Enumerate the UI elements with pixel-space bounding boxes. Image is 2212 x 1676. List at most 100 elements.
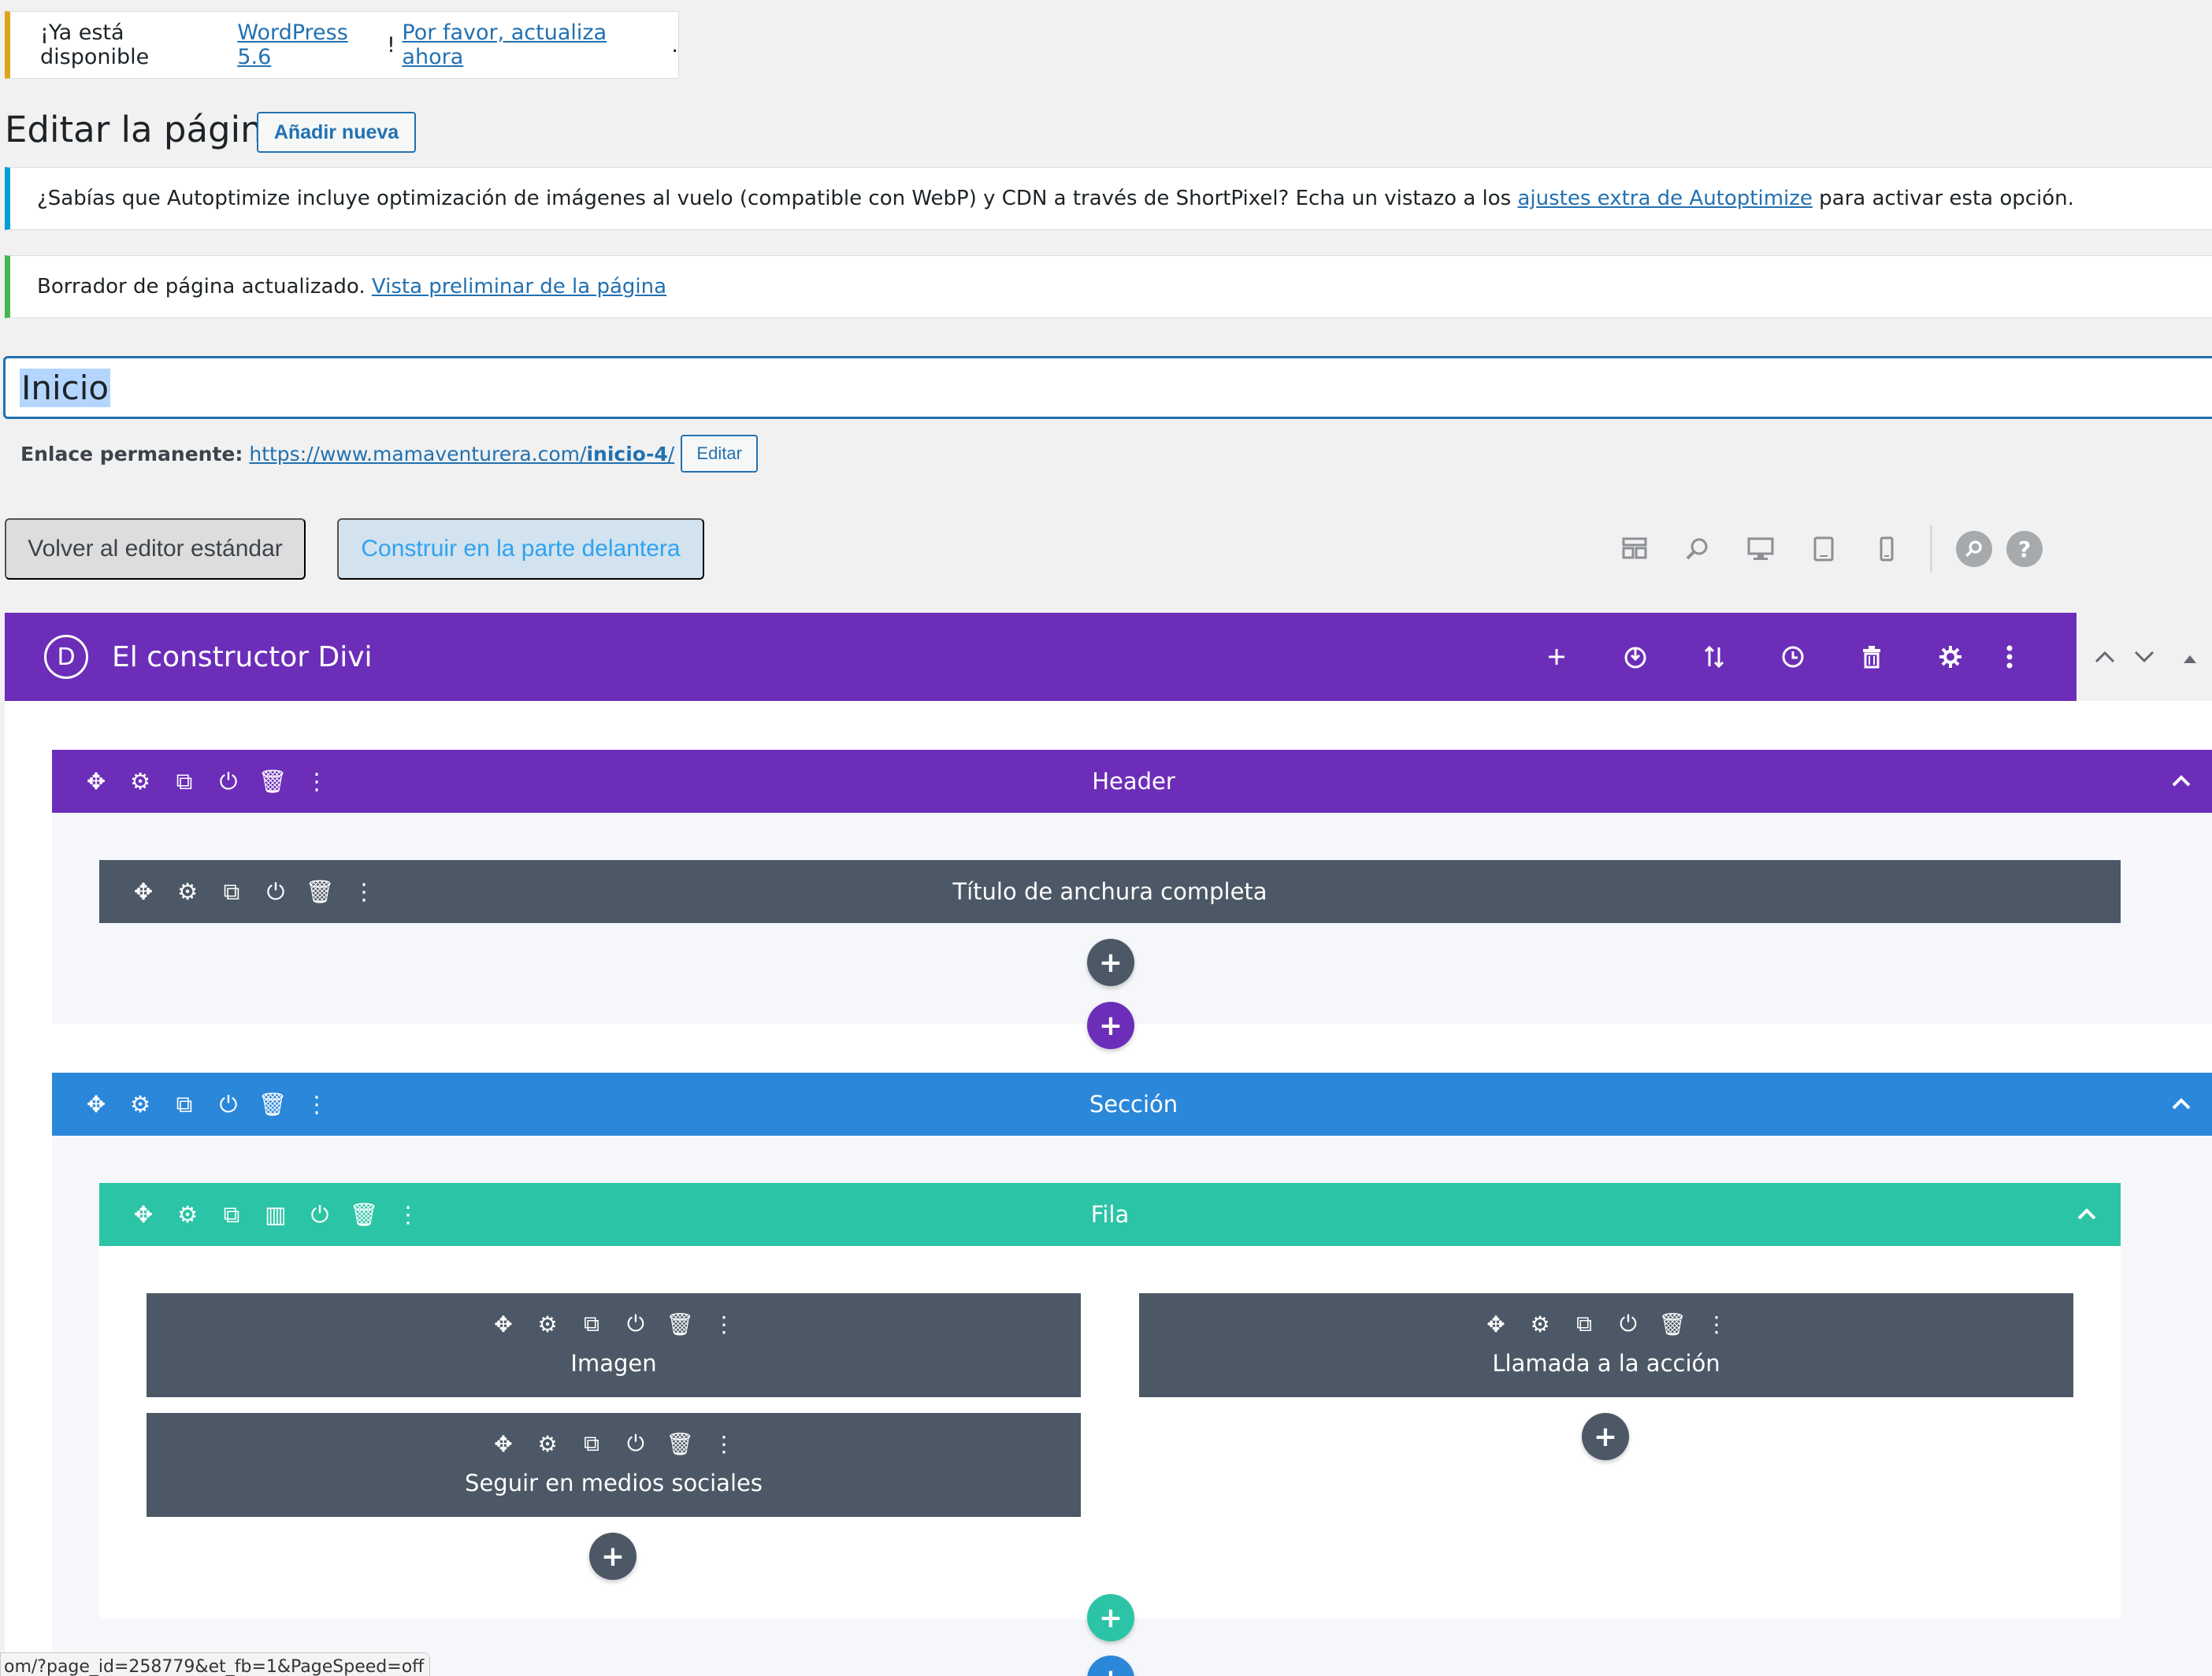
add-module-plus-button[interactable]: + (1582, 1413, 1629, 1460)
settings-gear-icon[interactable]: ⚙ (118, 1091, 162, 1118)
autoptimize-settings-link[interactable]: ajustes extra de Autoptimize (1517, 187, 1812, 210)
image-module-label: Imagen (570, 1350, 657, 1377)
duplicate-icon[interactable]: ⧉ (162, 768, 206, 795)
delete-trash-icon[interactable]: 🗑 (658, 1430, 702, 1457)
post-title-selected-text: Inicio (20, 368, 111, 407)
build-front-end-button[interactable]: Construir en la parte delantera (337, 518, 704, 580)
duplicate-icon[interactable]: ⧉ (162, 1091, 206, 1118)
permalink-label: Enlace permanente: (20, 442, 243, 465)
desktop-view-icon[interactable] (1741, 529, 1780, 569)
more-options-icon[interactable]: ⋮ (386, 1201, 430, 1228)
portability-icon[interactable] (1596, 644, 1675, 669)
save-library-icon[interactable]: ⏻ (254, 878, 298, 906)
preview-page-link[interactable]: Vista preliminar de la página (372, 275, 666, 298)
toggle-panel-triangle-icon[interactable] (2182, 643, 2198, 671)
zoom-view-icon[interactable] (1678, 529, 1717, 569)
browser-status-url: om/?page_id=258779&et_fb=1&PageSpeed=off (0, 1652, 430, 1676)
phone-view-icon[interactable] (1867, 529, 1906, 569)
delete-trash-icon[interactable]: 🗑 (1650, 1311, 1694, 1337)
move-icon[interactable]: ✥ (481, 1430, 525, 1457)
header-section-bar[interactable]: ✥ ⚙ ⧉ ⏻ 🗑 ⋮ Header (52, 750, 2212, 813)
metabox-order-controls (2077, 613, 2212, 701)
autoptimize-notice-text: ¿Sabías que Autoptimize incluye optimiza… (37, 187, 1518, 210)
post-title-input[interactable]: Inicio (3, 356, 2212, 419)
settings-gear-icon[interactable]: ⚙ (118, 768, 162, 795)
more-options-icon[interactable]: ⋮ (702, 1430, 746, 1457)
add-module-plus-button[interactable]: + (1087, 939, 1134, 986)
move-icon[interactable]: ✥ (1474, 1311, 1518, 1337)
clear-layout-trash-icon[interactable] (1832, 644, 1911, 669)
wordpress-version-link[interactable]: WordPress 5.6 (237, 20, 387, 69)
sort-icon[interactable] (1675, 644, 1754, 669)
row-bar[interactable]: ✥ ⚙ ⧉ ▥ ⏻ 🗑 ⋮ Fila (99, 1183, 2121, 1246)
duplicate-icon[interactable]: ⧉ (210, 1201, 254, 1229)
move-icon[interactable]: ✥ (74, 768, 118, 795)
divi-logo-icon: D (44, 635, 88, 679)
edit-permalink-button[interactable]: Editar (681, 435, 759, 473)
save-library-icon[interactable]: ⏻ (1606, 1311, 1650, 1337)
save-library-icon[interactable]: ⏻ (298, 1201, 342, 1229)
permalink-url[interactable]: https://www.mamaventurera.com/inicio-4/ (249, 443, 674, 465)
regular-section-bar[interactable]: ✥ ⚙ ⧉ ⏻ 🗑 ⋮ Sección (52, 1073, 2212, 1136)
more-options-icon[interactable] (1990, 644, 2029, 669)
duplicate-icon[interactable]: ⧉ (570, 1311, 614, 1337)
add-module-plus-button[interactable]: + (589, 1533, 637, 1580)
fullwidth-title-module[interactable]: ✥ ⚙ ⧉ ⏻ 🗑 ⋮ Título de anchura completa (99, 860, 2121, 923)
tablet-view-icon[interactable] (1804, 529, 1843, 569)
history-icon[interactable] (1754, 644, 1832, 669)
move-icon[interactable]: ✥ (121, 1201, 165, 1228)
delete-trash-icon[interactable]: 🗑 (658, 1311, 702, 1337)
builder-settings-gear-icon[interactable] (1911, 644, 1990, 669)
help-icon[interactable]: ? (2006, 531, 2043, 567)
settings-gear-icon[interactable]: ⚙ (165, 878, 210, 905)
search-settings-icon[interactable] (1956, 531, 1992, 567)
update-notice-exclaim: ! (387, 32, 403, 57)
add-section-plus-button[interactable]: + (1087, 1002, 1134, 1049)
delete-trash-icon[interactable]: 🗑 (298, 878, 342, 906)
fullwidth-module-label: Título de anchura completa (952, 878, 1267, 905)
divi-builder-header: D El constructor Divi (5, 613, 2077, 701)
move-icon[interactable]: ✥ (121, 878, 165, 905)
add-new-button[interactable]: Añadir nueva (257, 112, 416, 153)
settings-gear-icon[interactable]: ⚙ (165, 1201, 210, 1228)
update-now-link[interactable]: Por favor, actualiza ahora (402, 20, 671, 69)
cta-module[interactable]: ✥ ⚙ ⧉ ⏻ 🗑 ⋮ Llamada a la acción (1139, 1293, 2073, 1397)
more-options-icon[interactable]: ⋮ (702, 1311, 746, 1337)
duplicate-icon[interactable]: ⧉ (1562, 1311, 1606, 1337)
move-icon[interactable]: ✥ (481, 1311, 525, 1337)
delete-trash-icon[interactable]: 🗑 (342, 1201, 386, 1229)
collapse-chevron-up-icon[interactable] (2077, 1183, 2097, 1246)
delete-trash-icon[interactable]: 🗑 (251, 1091, 295, 1118)
more-options-icon[interactable]: ⋮ (1694, 1311, 1739, 1337)
regular-section-tools: ✥ ⚙ ⧉ ⏻ 🗑 ⋮ (74, 1091, 339, 1118)
column-structure-icon[interactable]: ▥ (254, 1201, 298, 1228)
wireframe-view-icon[interactable] (1615, 529, 1654, 569)
save-library-icon[interactable]: ⏻ (614, 1430, 658, 1457)
more-options-icon[interactable]: ⋮ (342, 878, 386, 905)
collapse-chevron-up-icon[interactable] (2171, 1073, 2192, 1136)
save-library-icon[interactable]: ⏻ (206, 1091, 251, 1118)
save-library-icon[interactable]: ⏻ (206, 768, 251, 795)
social-follow-module[interactable]: ✥ ⚙ ⧉ ⏻ 🗑 ⋮ Seguir en medios sociales (147, 1413, 1081, 1517)
move-icon[interactable]: ✥ (74, 1091, 118, 1118)
collapse-chevron-up-icon[interactable] (2171, 750, 2192, 813)
more-options-icon[interactable]: ⋮ (295, 1091, 339, 1118)
move-up-chevron-icon[interactable] (2094, 643, 2116, 671)
return-standard-editor-button[interactable]: Volver al editor estándar (5, 518, 306, 580)
image-module-tools: ✥ ⚙ ⧉ ⏻ 🗑 ⋮ (147, 1311, 1081, 1337)
image-module[interactable]: ✥ ⚙ ⧉ ⏻ 🗑 ⋮ Imagen (147, 1293, 1081, 1397)
autoptimize-notice: ¿Sabías que Autoptimize incluye optimiza… (5, 167, 2212, 230)
move-down-chevron-icon[interactable] (2133, 643, 2155, 671)
add-layout-plus-icon[interactable] (1517, 647, 1596, 667)
settings-gear-icon[interactable]: ⚙ (525, 1311, 570, 1337)
cta-module-tools: ✥ ⚙ ⧉ ⏻ 🗑 ⋮ (1139, 1311, 2073, 1337)
save-library-icon[interactable]: ⏻ (614, 1311, 658, 1337)
settings-gear-icon[interactable]: ⚙ (525, 1430, 570, 1457)
add-row-plus-button[interactable]: + (1087, 1594, 1134, 1641)
more-options-icon[interactable]: ⋮ (295, 768, 339, 795)
duplicate-icon[interactable]: ⧉ (210, 878, 254, 906)
settings-gear-icon[interactable]: ⚙ (1518, 1311, 1562, 1337)
delete-trash-icon[interactable]: 🗑 (251, 768, 295, 795)
duplicate-icon[interactable]: ⧉ (570, 1430, 614, 1457)
fullwidth-module-tools: ✥ ⚙ ⧉ ⏻ 🗑 ⋮ (121, 878, 386, 906)
